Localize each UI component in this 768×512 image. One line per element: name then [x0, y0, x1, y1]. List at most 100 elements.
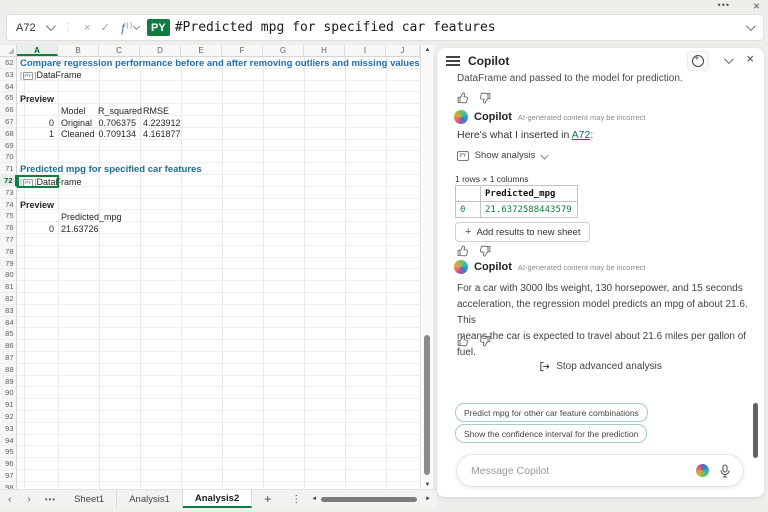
stop-analysis-button[interactable]: Stop advanced analysis — [437, 361, 764, 372]
row-header-69[interactable]: 69 — [0, 140, 17, 152]
cell-D66[interactable]: RMSE — [143, 106, 169, 117]
cell-A63[interactable]: [PY]DataFrame — [20, 70, 82, 82]
formula-input[interactable]: #Predicted mpg for specified car feature… — [175, 20, 746, 35]
column-header-J[interactable]: J — [386, 45, 420, 56]
all-sheets-icon[interactable]: ••• — [39, 495, 62, 504]
column-header-B[interactable]: B — [58, 45, 99, 56]
scroll-up-icon[interactable]: ▲ — [421, 47, 434, 53]
cancel-icon[interactable]: × — [84, 22, 90, 34]
sheet-tab-analysis2[interactable]: Analysis2 — [183, 490, 252, 508]
column-header-F[interactable]: F — [222, 45, 263, 56]
row-header-92[interactable]: 92 — [0, 411, 17, 423]
row-header-72[interactable]: 72 — [0, 175, 17, 187]
suggestion-chip[interactable]: Predict mpg for other car feature combin… — [455, 403, 648, 422]
row-header-82[interactable]: 82 — [0, 293, 17, 305]
row-header-66[interactable]: 66 — [0, 104, 17, 116]
scroll-left-icon[interactable]: ◄ — [311, 496, 317, 502]
row-header-87[interactable]: 87 — [0, 352, 17, 364]
cell-B75[interactable]: Predicted_mpg — [61, 212, 122, 223]
suggestion-chip[interactable]: Show the confidence interval for the pre… — [455, 424, 647, 443]
panel-scrollbar-thumb[interactable] — [753, 403, 758, 458]
cell-A68[interactable]: 1 — [16, 129, 54, 140]
row-header-96[interactable]: 96 — [0, 458, 17, 470]
row-header-93[interactable]: 93 — [0, 423, 17, 435]
thumbs-up-icon[interactable] — [457, 335, 469, 347]
cell-A74[interactable]: Preview — [20, 200, 54, 211]
column-header-I[interactable]: I — [345, 45, 386, 56]
column-header-A[interactable]: A — [17, 45, 58, 56]
row-header-64[interactable]: 64 — [0, 81, 17, 93]
row-header-91[interactable]: 91 — [0, 399, 17, 411]
scroll-right-icon[interactable]: ► — [425, 496, 431, 502]
horizontal-scrollbar[interactable]: ◄ ► — [309, 490, 433, 508]
cell-link[interactable]: A72 — [572, 129, 591, 141]
cell-A72[interactable]: [PY]DataFrame — [20, 177, 82, 189]
scroll-down-icon[interactable]: ▼ — [421, 482, 434, 488]
column-header-C[interactable]: C — [99, 45, 140, 56]
cell-C67[interactable]: 0.706375 — [98, 118, 136, 129]
row-header-83[interactable]: 83 — [0, 305, 17, 317]
row-header-71[interactable]: 71 — [0, 163, 17, 175]
row-header-88[interactable]: 88 — [0, 364, 17, 376]
grid[interactable]: Compare regression performance before an… — [0, 57, 420, 489]
microphone-icon[interactable] — [719, 464, 731, 478]
cell-D67[interactable]: 4.223912 — [143, 118, 181, 129]
row-header-89[interactable]: 89 — [0, 376, 17, 388]
cell-A65[interactable]: Preview — [20, 94, 54, 105]
row-header-78[interactable]: 78 — [0, 246, 17, 258]
cell-B66[interactable]: Model — [61, 106, 86, 117]
row-header-90[interactable]: 90 — [0, 387, 17, 399]
cell-A62[interactable]: Compare regression performance before an… — [20, 59, 420, 70]
thumbs-down-icon[interactable] — [479, 92, 491, 104]
column-header-D[interactable]: D — [140, 45, 181, 56]
vertical-scrollbar[interactable]: ▲ ▼ — [420, 45, 433, 489]
cell-C68[interactable]: 0.709134 — [98, 129, 136, 140]
add-sheet-button[interactable]: + — [252, 492, 283, 506]
cell-B76[interactable]: 21.63726 — [61, 224, 99, 235]
row-header-81[interactable]: 81 — [0, 281, 17, 293]
window-more-icon[interactable]: ••• — [718, 0, 730, 10]
copilot-send-icon[interactable] — [696, 464, 709, 477]
cell-C66[interactable]: R_squared — [98, 106, 136, 117]
insert-function-icon[interactable]: ƒ{ } — [120, 21, 132, 35]
sheet-tab-sheet1[interactable]: Sheet1 — [62, 490, 117, 508]
row-header-67[interactable]: 67 — [0, 116, 17, 128]
thumbs-up-icon[interactable] — [457, 245, 469, 257]
cell-A71[interactable]: Predicted mpg for specified car features — [20, 165, 202, 176]
show-analysis-toggle[interactable]: PY Show analysis — [457, 150, 548, 161]
row-header-62[interactable]: 62 — [0, 57, 17, 69]
row-header-86[interactable]: 86 — [0, 340, 17, 352]
thumbs-down-icon[interactable] — [479, 335, 491, 347]
column-header-E[interactable]: E — [181, 45, 222, 56]
cell-A67[interactable]: 0 — [16, 118, 54, 129]
row-header-79[interactable]: 79 — [0, 258, 17, 270]
column-header-G[interactable]: G — [263, 45, 304, 56]
row-header-77[interactable]: 77 — [0, 234, 17, 246]
thumbs-up-icon[interactable] — [457, 92, 469, 104]
row-header-97[interactable]: 97 — [0, 470, 17, 482]
row-header-76[interactable]: 76 — [0, 222, 17, 234]
row-header-68[interactable]: 68 — [0, 128, 17, 140]
enter-icon[interactable]: ✓ — [100, 21, 109, 34]
row-header-63[interactable]: 63 — [0, 69, 17, 81]
row-header-94[interactable]: 94 — [0, 435, 17, 447]
column-header-H[interactable]: H — [304, 45, 345, 56]
cell-D68[interactable]: 4.161877 — [143, 129, 181, 140]
row-header-84[interactable]: 84 — [0, 317, 17, 329]
message-input[interactable]: Message Copilot — [456, 454, 744, 487]
row-header-65[interactable]: 65 — [0, 92, 17, 104]
row-header-95[interactable]: 95 — [0, 446, 17, 458]
cell-B67[interactable]: Original — [61, 118, 92, 129]
cell-B68[interactable]: Cleaned — [61, 129, 95, 140]
name-box[interactable]: A72 — [7, 15, 59, 40]
chevron-down-icon[interactable] — [133, 23, 140, 30]
prev-sheet-icon[interactable]: ‹ — [0, 494, 19, 505]
row-header-73[interactable]: 73 — [0, 187, 17, 199]
row-header-80[interactable]: 80 — [0, 269, 17, 281]
collapse-panel-icon[interactable] — [724, 54, 734, 64]
row-header-98[interactable]: 98 — [0, 482, 17, 489]
close-panel-icon[interactable]: × — [746, 51, 754, 66]
sheet-tab-analysis1[interactable]: Analysis1 — [117, 490, 183, 508]
sheet-options-icon[interactable]: ⋮ — [283, 494, 309, 505]
new-chat-icon[interactable] — [687, 51, 709, 71]
